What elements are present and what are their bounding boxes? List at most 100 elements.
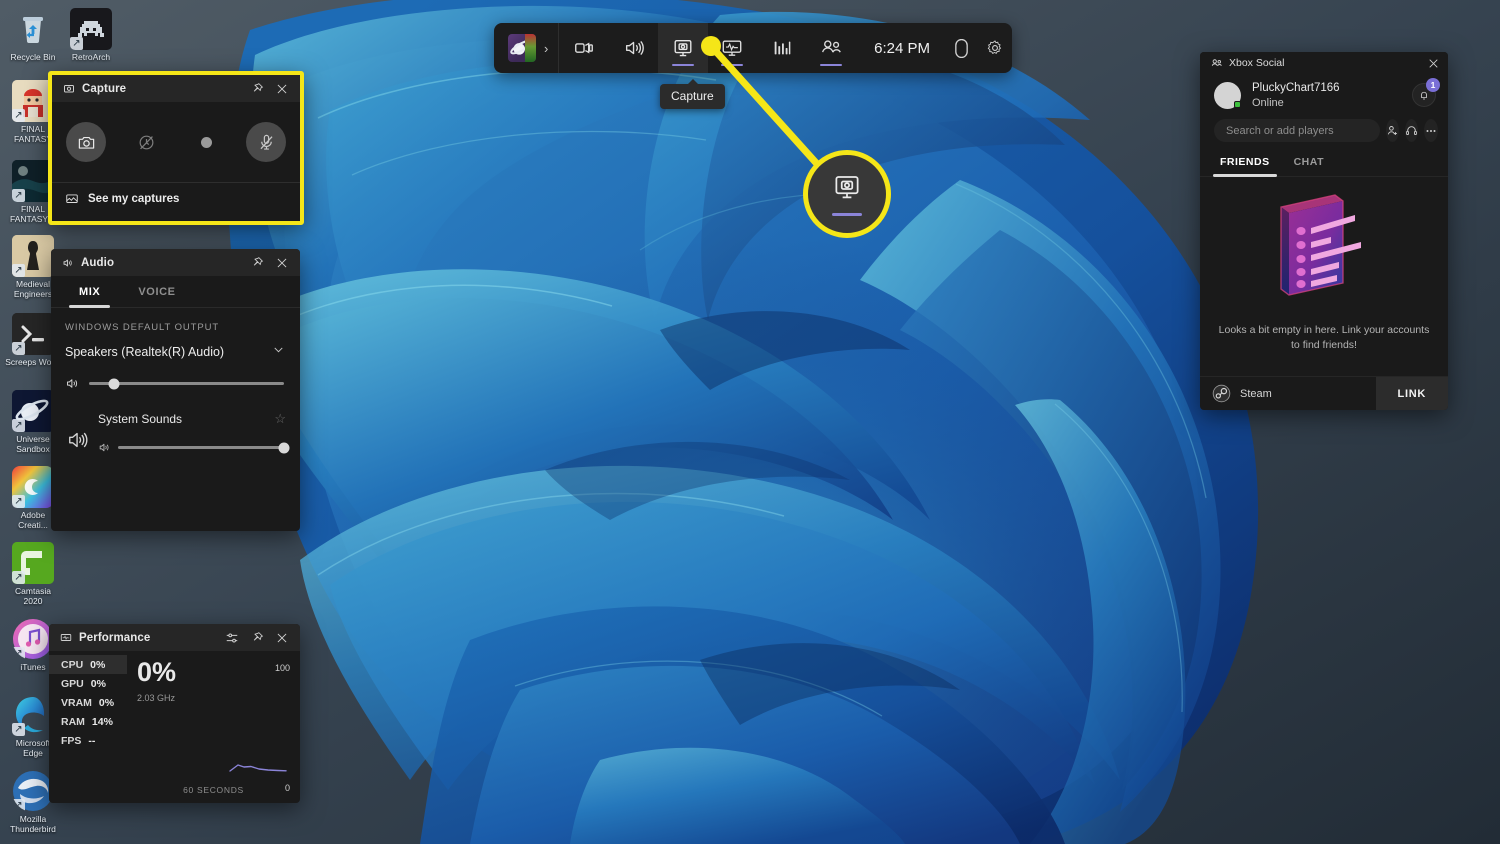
close-button[interactable] [271,252,293,274]
app-audio-header: System Sounds ☆ [98,411,286,427]
tab-friends[interactable]: FRIENDS [1211,156,1279,177]
capture-monitor-icon [835,176,859,199]
capture-button-magnified-callout [803,150,891,238]
controller-outline-icon [954,38,968,58]
resources-button[interactable] [757,23,806,73]
audio-button[interactable] [609,23,658,73]
camtasia-icon: ↗ [12,542,54,584]
metric-row-fps[interactable]: FPS -- [49,731,127,750]
tab-mix[interactable]: MIX [65,276,114,308]
recycle-bin-icon [12,8,54,50]
desktop-icon-retroarch[interactable]: ↗ RetroArch [62,8,120,63]
performance-graph [229,764,287,772]
start-recording-button[interactable] [186,122,226,162]
desktop-screen: Recycle Bin ↗ RetroArch ↗ FINAL FANTASY … [0,0,1500,844]
performance-widget-actions [221,627,293,649]
party-chat-button[interactable] [1405,119,1418,142]
empty-state-message: Looks a bit empty in here. Link your acc… [1218,324,1430,352]
master-volume-row [51,362,300,391]
metric-row-vram[interactable]: VRAM 0% [49,693,127,712]
shortcut-arrow-icon: ↗ [12,264,25,277]
itunes-icon: ↗ [12,618,54,660]
widget-menu-icon [575,42,593,54]
retroarch-icon: ↗ [70,8,112,50]
friends-empty-state: Looks a bit empty in here. Link your acc… [1200,177,1448,353]
controller-button[interactable] [944,23,978,73]
desktop-icon-camtasia[interactable]: ↗ Camtasia 2020 [4,542,62,607]
audio-app-row: System Sounds ☆ [51,391,300,454]
link-account-row: Steam LINK [1200,376,1448,410]
metric-row-gpu[interactable]: GPU 0% [49,674,127,693]
xbox-social-title: Xbox Social [1229,57,1285,69]
performance-metric-list: CPU 0% GPU 0% VRAM 0% RAM 14% FPS -- [49,651,127,803]
slider-thumb[interactable] [108,378,120,389]
bar-chart-icon [774,41,791,55]
gallery-icon [66,193,78,203]
pin-icon [253,83,263,92]
desktop-icon-label: Camtasia 2020 [15,586,51,606]
game-bar-profile[interactable]: › [494,23,558,73]
speaker-wave-icon [99,443,109,452]
shortcut-arrow-icon: ↗ [12,799,25,812]
search-input[interactable] [1214,119,1380,142]
tab-voice[interactable]: VOICE [124,276,189,308]
performance-clock-speed: 2.03 GHz [137,693,176,703]
metric-row-cpu[interactable]: CPU 0% [49,655,127,674]
active-indicator [820,64,843,66]
mic-toggle-button[interactable] [246,122,286,162]
desktop-icon-recycle-bin[interactable]: Recycle Bin [4,8,62,63]
performance-widget: Performance CPU 0% GPU 0% VRAM 0% RAM 14… [49,624,300,803]
add-friend-button[interactable] [1386,119,1399,142]
tab-chat[interactable]: CHAT [1285,156,1333,176]
pin-icon [253,257,263,266]
output-device-selector[interactable]: Speakers (Realtek(R) Audio) [51,333,300,362]
universe-sandbox-icon: ↗ [12,390,54,432]
speaker-icon [625,40,644,56]
pin-button[interactable] [246,627,268,649]
slider-thumb[interactable] [278,442,290,453]
performance-settings-button[interactable] [221,627,243,649]
desktop-icon-label: RetroArch [71,52,111,62]
link-button[interactable]: LINK [1375,376,1448,410]
shortcut-arrow-icon: ↗ [12,189,25,202]
take-screenshot-button[interactable] [66,122,106,162]
toolbar-right-group: 6:24 PM [856,23,1012,73]
app-name: System Sounds [98,412,183,426]
more-options-button[interactable] [1424,119,1438,142]
star-outline-icon[interactable]: ☆ [274,411,286,427]
shortcut-arrow-icon: ↗ [12,723,25,736]
metric-value: 0% [98,696,115,709]
ellipsis-icon [1426,129,1436,132]
widget-menu-button[interactable] [559,23,608,73]
performance-monitor-icon [723,40,742,56]
close-button[interactable] [1423,53,1443,73]
settings-button[interactable] [978,23,1012,73]
app-audio-icon [64,411,92,454]
shortcut-arrow-icon: ↗ [12,571,25,584]
xbox-profile-row[interactable]: PluckyChart7166 Online 1 [1200,74,1448,119]
metric-label: GPU [61,677,84,690]
shortcut-arrow-icon: ↗ [12,342,25,355]
see-my-captures-button[interactable]: See my captures [52,182,300,214]
capture-button[interactable] [658,23,708,73]
metric-row-ram[interactable]: RAM 14% [49,712,127,731]
close-button[interactable] [271,78,293,100]
performance-widget-icon [60,633,72,641]
master-volume-slider[interactable] [89,378,284,389]
xbox-social-button[interactable] [807,23,856,73]
microsoft-edge-icon: ↗ [12,694,54,736]
people-small-icon [1211,58,1222,66]
record-last-30s-button[interactable] [126,122,166,162]
performance-widget-title: Performance [79,631,151,644]
metric-label: RAM [61,715,85,728]
people-icon [822,40,842,53]
game-thumbnail [525,34,536,62]
performance-button[interactable] [708,23,757,73]
desktop-icon-label: Recycle Bin [10,52,56,62]
close-button[interactable] [271,627,293,649]
pin-button[interactable] [246,252,268,274]
gamertag: PluckyChart7166 [1252,82,1340,94]
app-volume-slider[interactable] [118,442,290,453]
shortcut-arrow-icon: ↗ [12,419,25,432]
pin-button[interactable] [246,78,268,100]
